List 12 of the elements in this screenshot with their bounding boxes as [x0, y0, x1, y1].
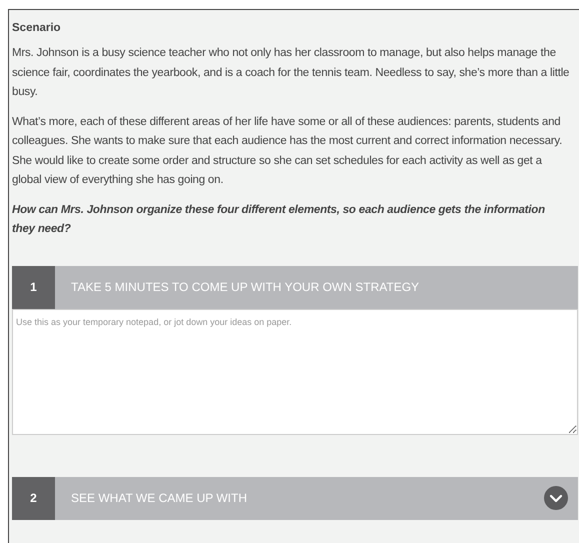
step-number: 2 [12, 476, 55, 520]
step-header[interactable]: 2 SEE WHAT WE CAME UP WITH [12, 476, 578, 520]
step-title: TAKE 5 MINUTES TO COME UP WITH YOUR OWN STRATEGY [71, 279, 420, 296]
paragraph: What’s more, each of these different areas of her life have some or all of these audiences: parents, students and colleagues. She wants to make sure that each audience has the most current and correct information necessary. She would like to create some order and structure so she can set schedules for each activity as well as get a global view of everything she has going on. [12, 114, 564, 188]
question: How can Mrs. Johnson organize these four different elements, so each audience gets the information they need? [12, 202, 546, 237]
step-title: SEE WHAT WE CAME UP WITH [71, 490, 248, 507]
step-number: 1 [12, 266, 55, 308]
scenario-heading: Scenario [12, 21, 62, 36]
notepad-field[interactable]: Use this as your temporary notepad, or jot down your ideas on paper. [12, 308, 578, 434]
paragraph: Mrs. Johnson is a busy science teacher who not only has her classroom to manage, but also helps manage the science fair, coordinates the yearbook, and is a coach for the tennis team. Needless to say, she’s more than a little busy. [12, 46, 570, 100]
chevron-down-icon[interactable] [544, 486, 568, 510]
step-header[interactable]: 1 TAKE 5 MINUTES TO COME UP WITH YOUR OWN STRATEGY [12, 266, 578, 308]
